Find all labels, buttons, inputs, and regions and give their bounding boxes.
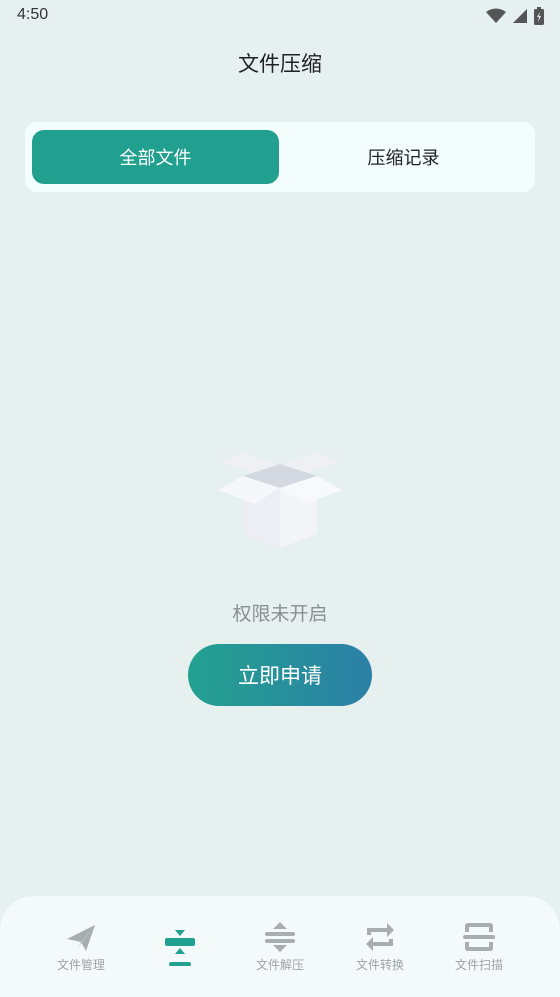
paper-plane-icon — [67, 925, 95, 951]
nav-item-scan[interactable]: 文件扫描 — [429, 920, 529, 980]
compress-icon — [165, 930, 195, 966]
signal-icon — [513, 9, 527, 23]
nav-label-scan: 文件扫描 — [454, 958, 503, 972]
bottom-nav: 文件管理 文件解压 文件转换 文件扫描 — [0, 896, 560, 997]
empty-state-message: 权限未开启 — [232, 603, 328, 625]
nav-label-decompress: 文件解压 — [255, 958, 304, 972]
tab-bar: 全部文件 压缩记录 — [25, 122, 535, 192]
tab-compress-history[interactable]: 压缩记录 — [280, 130, 527, 184]
empty-box-icon — [218, 452, 342, 548]
convert-icon — [366, 923, 394, 951]
wifi-icon — [486, 8, 506, 23]
decompress-icon — [265, 922, 295, 952]
nav-label-file-manage: 文件管理 — [56, 958, 105, 972]
status-icons — [486, 6, 544, 26]
scan-icon — [463, 923, 495, 951]
nav-item-convert[interactable]: 文件转换 — [330, 920, 430, 980]
apply-permission-button[interactable]: 立即申请 — [188, 644, 372, 706]
status-time: 4:50 — [17, 6, 49, 23]
tab-all-files[interactable]: 全部文件 — [32, 130, 279, 184]
nav-label-convert: 文件转换 — [355, 958, 404, 972]
status-bar: 4:50 — [0, 0, 560, 32]
nav-item-decompress[interactable]: 文件解压 — [230, 920, 330, 980]
page-title: 文件压缩 — [238, 52, 322, 76]
battery-icon — [534, 7, 544, 25]
nav-item-file-manage[interactable]: 文件管理 — [31, 920, 131, 980]
nav-item-compress[interactable] — [130, 920, 230, 980]
